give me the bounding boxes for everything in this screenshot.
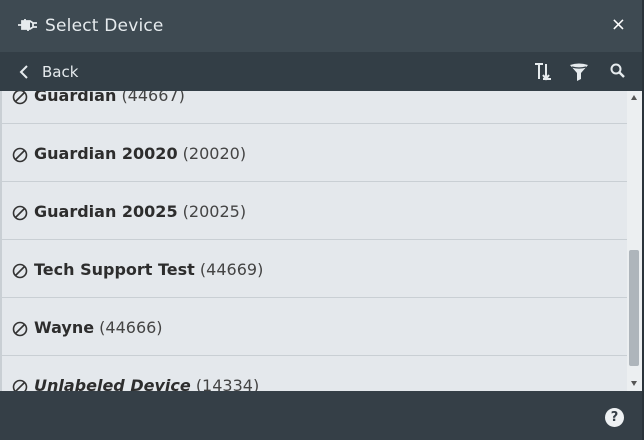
close-button[interactable]: ×	[611, 14, 626, 36]
disabled-icon	[12, 205, 28, 221]
plug-icon	[18, 19, 37, 31]
help-button[interactable]: ?	[605, 408, 624, 427]
window-title: Select Device	[45, 16, 164, 36]
device-name: Guardian 20020	[34, 144, 178, 163]
disabled-icon	[12, 91, 28, 105]
device-id: (44666)	[99, 318, 163, 337]
device-label: Guardian 20020 (20020)	[34, 125, 246, 182]
device-id: (14334)	[195, 376, 260, 391]
back-label: Back	[42, 63, 79, 81]
scroll-down-arrow-icon[interactable]	[631, 381, 637, 386]
device-row[interactable]: Tech Support Test (44669)	[2, 241, 627, 298]
disabled-icon	[12, 379, 28, 391]
device-row[interactable]: Unlabeled Device (14334)	[2, 357, 627, 391]
title-bar: Select Device ×	[0, 0, 644, 52]
device-label: Unlabeled Device (14334)	[34, 357, 259, 391]
chevron-left-icon	[19, 65, 28, 79]
device-label: Tech Support Test (44669)	[34, 241, 263, 298]
sort-icon[interactable]	[532, 61, 554, 83]
device-row[interactable]: Guardian 20025 (20025)	[2, 183, 627, 240]
device-id: (20025)	[182, 202, 247, 221]
device-label: Guardian (44667)	[34, 91, 185, 124]
search-icon[interactable]	[609, 62, 627, 80]
device-id: (44669)	[199, 260, 264, 279]
device-name: Wayne	[34, 318, 95, 337]
disabled-icon	[12, 321, 28, 337]
footer-bar	[0, 391, 644, 440]
device-name: Tech Support Test	[34, 260, 195, 279]
device-label: Wayne (44666)	[34, 299, 163, 356]
device-name: Guardian	[34, 91, 117, 105]
scrollbar-thumb[interactable]	[629, 250, 639, 366]
disabled-icon	[12, 263, 28, 279]
disabled-icon	[12, 147, 28, 163]
device-row[interactable]: Guardian 20020 (20020)	[2, 125, 627, 182]
nav-bar: Back	[0, 52, 644, 91]
device-name: Unlabeled Device	[34, 376, 191, 391]
scroll-up-arrow-icon[interactable]	[631, 95, 637, 100]
device-row[interactable]: Wayne (44666)	[2, 299, 627, 356]
device-name: Guardian 20025	[34, 202, 178, 221]
back-button[interactable]: Back	[18, 61, 78, 83]
filter-icon[interactable]	[568, 61, 590, 83]
device-row[interactable]: Guardian (44667)	[2, 91, 627, 124]
device-id: (44667)	[121, 91, 185, 105]
scrollbar[interactable]	[627, 91, 642, 391]
device-label: Guardian 20025 (20025)	[34, 183, 246, 240]
device-list[interactable]: Guardian (44667) Guardian 20020 (20020) …	[2, 91, 627, 391]
device-id: (20020)	[182, 144, 247, 163]
